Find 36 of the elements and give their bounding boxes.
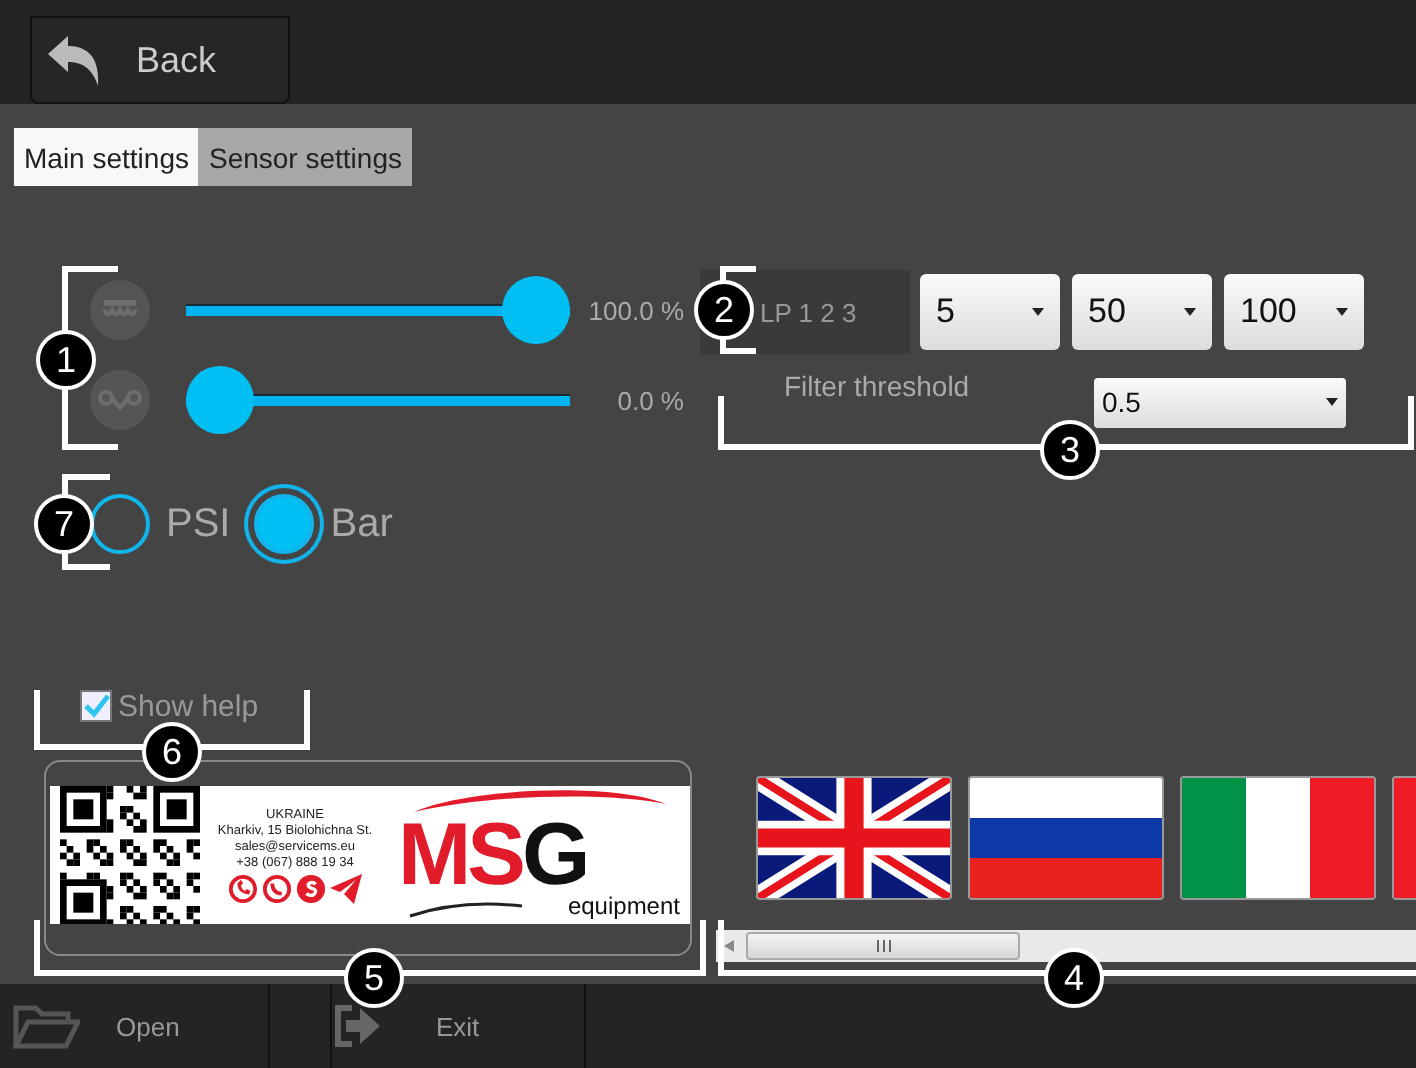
checkbox-label: Show help — [118, 689, 259, 723]
caret-icon — [1032, 308, 1044, 316]
brake-pad-icon — [90, 280, 150, 340]
caret-icon — [1336, 308, 1348, 316]
caret-icon — [1326, 398, 1338, 406]
unit-label: PSI — [166, 501, 231, 547]
slider-value: 100.0 % — [586, 295, 684, 325]
threshold-label: Filter threshold — [784, 370, 972, 402]
flag-icon[interactable] — [756, 776, 952, 900]
checkbox[interactable] — [80, 690, 112, 722]
scrollbar[interactable] — [716, 930, 1416, 962]
slider-value: 0.0 % — [615, 385, 684, 415]
settings-tab[interactable]: Main settings — [14, 128, 199, 186]
qr-code-icon — [60, 786, 200, 924]
slider-thumb[interactable] — [186, 366, 254, 434]
scroll-left-icon[interactable] — [724, 940, 734, 952]
chain-icon — [90, 370, 150, 430]
settings-tab[interactable]: Sensor settings — [198, 128, 412, 186]
paper-plane-icon — [330, 873, 362, 903]
scrollbar-thumb[interactable] — [746, 932, 1020, 960]
phone-icon — [228, 873, 258, 903]
filter-dropdown[interactable]: 100 — [1224, 274, 1364, 350]
flag-icon[interactable] — [968, 776, 1164, 900]
chat-icon — [262, 873, 292, 903]
folder-icon — [12, 1002, 80, 1050]
back-button[interactable]: Back — [30, 16, 290, 104]
caret-icon — [1184, 308, 1196, 316]
exit-icon — [332, 1002, 384, 1050]
filter-dropdown[interactable]: 5 — [920, 274, 1060, 350]
slider-thumb[interactable] — [502, 276, 570, 344]
filter-dropdown[interactable]: 50 — [1072, 274, 1212, 350]
back-arrow-icon — [44, 30, 104, 90]
swoosh-line — [406, 902, 526, 918]
chat-bubble-icon — [296, 873, 326, 903]
threshold-dropdown[interactable]: 0.5 — [1094, 377, 1346, 427]
unit-label: Bar — [330, 501, 393, 547]
